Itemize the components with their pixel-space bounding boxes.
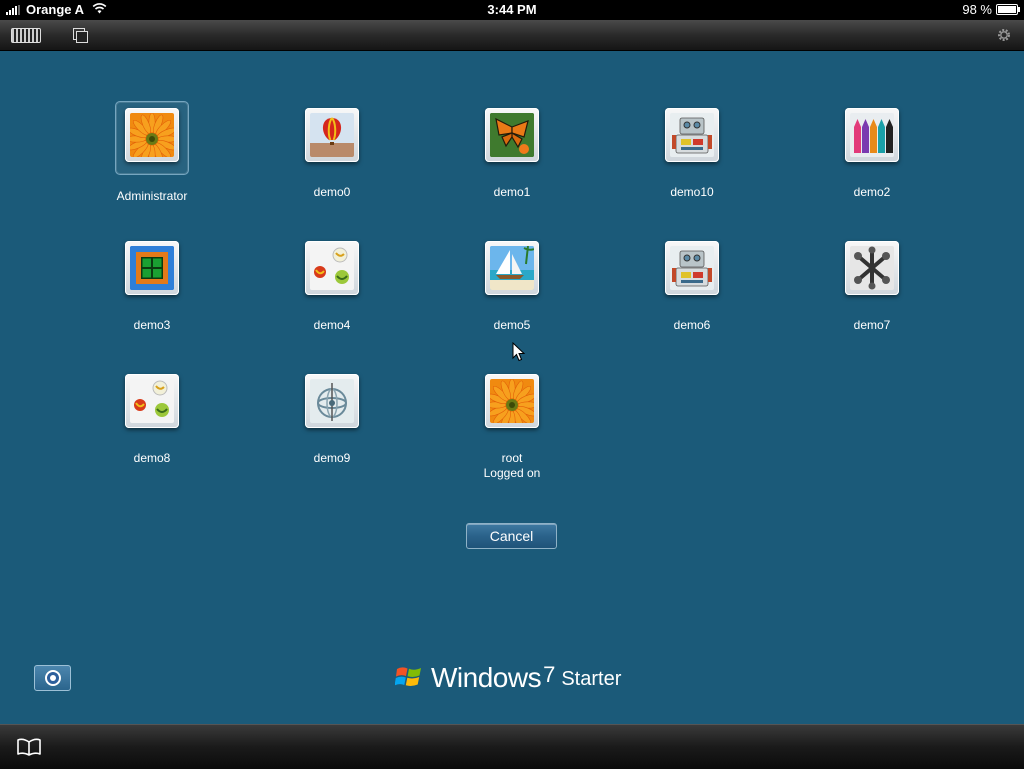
keyboard-button[interactable] bbox=[10, 25, 42, 45]
user-name: demo8 bbox=[133, 451, 171, 465]
user-name: demo1 bbox=[493, 185, 531, 199]
user-picture-hot-air-balloon bbox=[310, 113, 354, 157]
user-status: Logged on bbox=[483, 466, 541, 480]
user-picture-frame bbox=[119, 238, 185, 304]
user-tile[interactable]: Administrator bbox=[87, 101, 217, 204]
user-picture-frame bbox=[479, 238, 545, 304]
user-tile[interactable]: root Logged on bbox=[447, 371, 577, 481]
user-tile[interactable]: demo1 bbox=[447, 105, 577, 200]
status-bar: Orange A 3:44 PM 98 % bbox=[0, 0, 1024, 20]
clock: 3:44 PM bbox=[487, 2, 537, 17]
user-picture-marbles bbox=[310, 246, 354, 290]
user-name: demo2 bbox=[853, 185, 891, 199]
user-tile[interactable]: demo7 bbox=[807, 238, 937, 333]
user-name: demo6 bbox=[673, 318, 711, 332]
user-picture-frame bbox=[479, 371, 545, 437]
user-picture-frame bbox=[299, 238, 365, 304]
status-right: 98 % bbox=[962, 2, 1020, 17]
user-name: demo7 bbox=[853, 318, 891, 332]
user-picture bbox=[125, 374, 179, 428]
user-picture-frame bbox=[659, 105, 725, 171]
user-picture-frame bbox=[659, 238, 725, 304]
user-picture-robot bbox=[670, 246, 714, 290]
user-name: demo0 bbox=[313, 185, 351, 199]
user-picture bbox=[305, 108, 359, 162]
user-picture bbox=[485, 374, 539, 428]
switch-windows-button[interactable] bbox=[70, 25, 90, 45]
user-picture bbox=[125, 241, 179, 295]
app-toolbar bbox=[0, 20, 1024, 51]
user-picture-frame bbox=[299, 371, 365, 437]
user-tile[interactable]: demo0 bbox=[267, 105, 397, 200]
gear-icon bbox=[998, 29, 1010, 41]
user-tile[interactable]: demo9 bbox=[267, 371, 397, 466]
user-picture-gyroscope bbox=[310, 379, 354, 423]
user-picture bbox=[665, 241, 719, 295]
battery-icon bbox=[996, 4, 1020, 15]
user-tile[interactable]: demo10 bbox=[627, 105, 757, 200]
user-picture bbox=[305, 241, 359, 295]
user-picture bbox=[305, 374, 359, 428]
user-picture-frame bbox=[115, 101, 189, 175]
brand-edition-text: Starter bbox=[561, 668, 622, 690]
user-name: demo10 bbox=[670, 185, 714, 199]
user-picture bbox=[485, 108, 539, 162]
windows-logo-icon bbox=[395, 667, 421, 686]
user-tile[interactable]: demo8 bbox=[87, 371, 217, 466]
user-picture-frame bbox=[839, 105, 905, 171]
settings-button[interactable] bbox=[994, 25, 1014, 45]
battery-percent: 98 % bbox=[962, 2, 992, 17]
windows-brand: Windows 7 Starter bbox=[395, 663, 621, 693]
windows-switch-icon bbox=[73, 28, 88, 43]
mouse-pointer-icon bbox=[512, 342, 526, 362]
user-picture bbox=[665, 108, 719, 162]
user-tile[interactable]: demo3 bbox=[87, 238, 217, 333]
keyboard-icon bbox=[11, 27, 41, 43]
user-picture-flower-orange bbox=[130, 113, 174, 157]
user-name: Administrator bbox=[116, 189, 188, 203]
user-picture bbox=[125, 108, 179, 162]
user-picture-flower-orange bbox=[490, 379, 534, 423]
user-picture-window-frame bbox=[130, 246, 174, 290]
user-tiles-area: Administrator demo0 demo1 demo10 demo2 demo3 d… bbox=[0, 50, 1024, 490]
brand-version-text: 7 bbox=[543, 662, 556, 687]
user-name: demo9 bbox=[313, 451, 351, 465]
user-picture-jacks bbox=[850, 246, 894, 290]
user-picture bbox=[845, 241, 899, 295]
cancel-button[interactable]: Cancel bbox=[466, 523, 557, 549]
brand-windows-text: Windows bbox=[431, 662, 542, 693]
bookmarks-button[interactable] bbox=[15, 737, 43, 757]
user-picture-robot bbox=[670, 113, 714, 157]
user-picture-frame bbox=[299, 105, 365, 171]
user-picture bbox=[845, 108, 899, 162]
ease-of-access-button[interactable] bbox=[34, 665, 71, 691]
user-picture-frame bbox=[839, 238, 905, 304]
user-picture-frame bbox=[119, 371, 185, 437]
user-name: root bbox=[501, 451, 523, 465]
user-tile[interactable]: demo4 bbox=[267, 238, 397, 333]
user-tile[interactable]: demo5 bbox=[447, 238, 577, 333]
user-name: demo5 bbox=[493, 318, 531, 332]
open-book-icon bbox=[17, 738, 41, 756]
user-picture-sailboat bbox=[490, 246, 534, 290]
user-name: demo3 bbox=[133, 318, 171, 332]
user-picture bbox=[485, 241, 539, 295]
ease-of-access-icon bbox=[44, 670, 61, 686]
user-picture-crayons bbox=[850, 113, 894, 157]
bottom-bar bbox=[0, 724, 1024, 769]
user-name: demo4 bbox=[313, 318, 351, 332]
user-picture-butterfly bbox=[490, 113, 534, 157]
user-picture-marbles bbox=[130, 379, 174, 423]
user-tile[interactable]: demo2 bbox=[807, 105, 937, 200]
user-picture-frame bbox=[479, 105, 545, 171]
user-tile[interactable]: demo6 bbox=[627, 238, 757, 333]
